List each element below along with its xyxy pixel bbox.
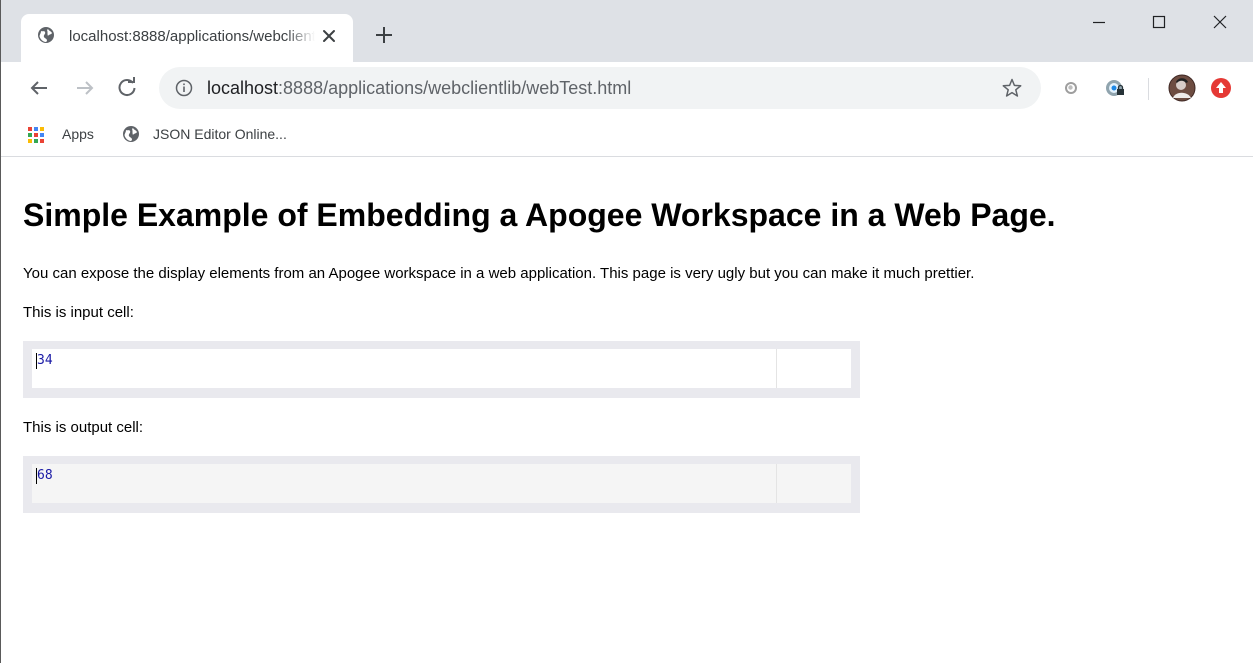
page-title: Simple Example of Embedding a Apogee Wor… — [23, 197, 1056, 233]
new-tab-plus-icon[interactable] — [373, 24, 395, 46]
globe-icon — [37, 26, 55, 44]
bookmark-apps[interactable]: Apps — [27, 123, 107, 145]
bookmark-label: Apps — [62, 126, 94, 142]
back-arrow-icon[interactable] — [27, 76, 51, 100]
toolbar-divider — [1148, 78, 1149, 100]
page-description: You can expose the display elements from… — [23, 265, 975, 282]
output-cell-frame: 68 — [23, 456, 860, 513]
output-cell-label: This is output cell: — [23, 419, 144, 436]
input-cell-label: This is input cell: — [23, 304, 134, 321]
page-content: Simple Example of Embedding a Apogee Wor… — [1, 157, 1253, 663]
browser-window: localhost:8888/applications/webclientlib… — [0, 0, 1253, 663]
close-icon[interactable] — [319, 26, 339, 46]
reload-icon[interactable] — [115, 76, 139, 100]
output-cell-editor[interactable]: 68 — [32, 464, 851, 503]
window-close-icon[interactable] — [1208, 10, 1232, 34]
browser-toolbar: localhost:8888/applications/webclientlib… — [1, 62, 1253, 114]
minimize-icon[interactable] — [1087, 10, 1111, 34]
extension-circle-icon[interactable] — [1059, 76, 1083, 100]
input-cell-editor[interactable]: 34 — [32, 349, 851, 388]
editor-gutter-divider — [776, 464, 777, 503]
bookmark-json-editor[interactable]: JSON Editor Online... — [122, 123, 322, 145]
url-host: localhost — [207, 78, 279, 98]
extension-upload-icon[interactable] — [1209, 76, 1233, 100]
maximize-icon[interactable] — [1147, 10, 1171, 34]
output-cell-value: 68 — [37, 468, 53, 483]
forward-arrow-icon[interactable] — [73, 76, 97, 100]
url-path: :8888/applications/webclientlib/webTest.… — [278, 78, 632, 98]
tab-title: localhost:8888/applications/webclientlib… — [69, 28, 315, 45]
info-icon[interactable] — [175, 79, 193, 97]
bookmark-label: JSON Editor Online... — [153, 126, 287, 142]
input-cell-frame: 34 — [23, 341, 860, 398]
apps-grid-icon — [27, 126, 45, 144]
tab-active[interactable]: localhost:8888/applications/webclientlib… — [21, 14, 353, 62]
bookmark-star-icon[interactable] — [1001, 77, 1023, 99]
editor-gutter-divider — [776, 349, 777, 388]
input-cell-value: 34 — [37, 353, 53, 368]
tab-strip: localhost:8888/applications/webclientlib… — [1, 0, 1253, 62]
bookmarks-bar: Apps JSON Editor Online... — [1, 114, 1253, 157]
extension-lock-icon[interactable] — [1103, 76, 1127, 100]
globe-icon — [122, 125, 140, 143]
address-bar[interactable]: localhost:8888/applications/webclientlib… — [159, 67, 1041, 109]
url-text: localhost:8888/applications/webclientlib… — [207, 78, 631, 99]
profile-avatar[interactable] — [1168, 74, 1196, 102]
